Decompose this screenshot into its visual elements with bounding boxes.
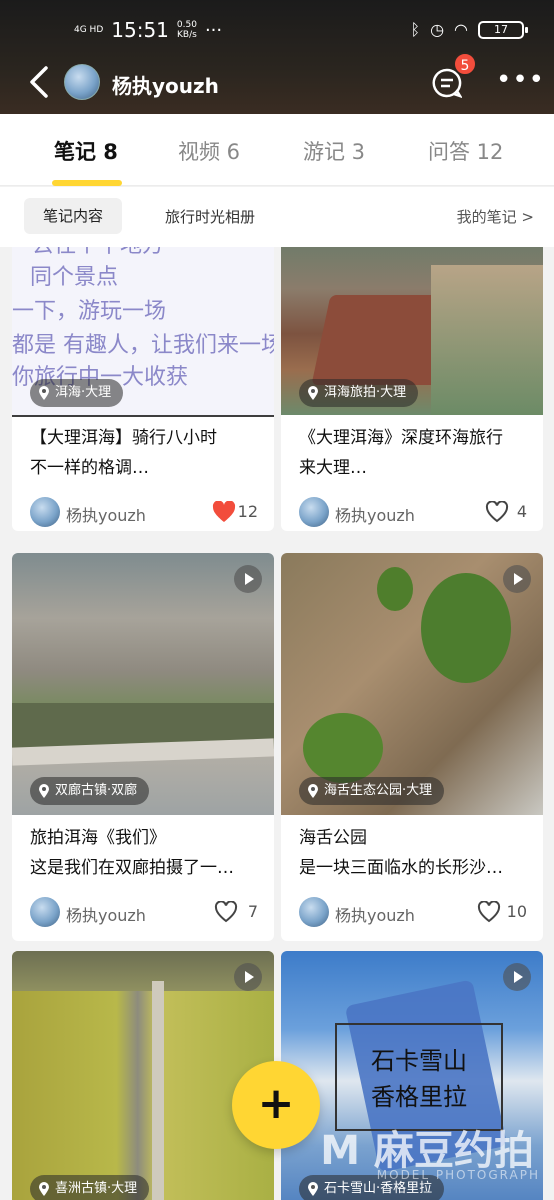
bluetooth-icon: ᛒ — [410, 20, 421, 39]
note-meta: 杨执youzh 12 — [30, 497, 258, 531]
note-title: 【大理洱海】骑行八小时 — [30, 428, 217, 448]
note-meta: 杨执youzh 10 — [299, 897, 527, 931]
note-cover-image — [12, 951, 274, 1200]
note-excerpt: 不一样的格调… — [30, 458, 149, 478]
location-pin-icon — [39, 386, 49, 400]
heart-outline-icon[interactable] — [214, 901, 238, 923]
status-dots: ··· — [204, 19, 223, 41]
my-notes-link[interactable]: 我的笔记 > — [457, 206, 534, 227]
status-bar: 4G HD 15:51 0.50 KB/s ··· ᛒ ◷ ◠ 17 — [0, 14, 554, 48]
note-card[interactable]: 海舌生态公园·大理 海舌公园 是一块三面临水的长形沙… 杨执youzh 10 — [281, 553, 543, 941]
add-note-button[interactable]: + — [232, 1061, 320, 1149]
author-name[interactable]: 杨执youzh — [66, 902, 146, 926]
location-pin-icon — [308, 386, 318, 400]
tab-videos[interactable]: 视频 6 — [178, 136, 240, 166]
location-tag[interactable]: 洱海·大理 — [30, 379, 124, 407]
author-avatar[interactable] — [30, 497, 60, 527]
note-title: 旅拍洱海《我们》 — [30, 828, 166, 848]
note-meta: 杨执youzh 7 — [30, 897, 258, 931]
note-card[interactable]: 洱海旅拍·大理 《大理洱海》深度环海旅行 来大理… 杨执youzh 4 — [281, 247, 543, 531]
location-pin-icon — [308, 1182, 318, 1196]
play-icon[interactable] — [234, 565, 262, 593]
tab-indicator — [52, 180, 122, 186]
heart-filled-icon[interactable] — [212, 501, 236, 523]
tab-travelogues[interactable]: 游记 3 — [303, 136, 365, 166]
more-icon[interactable]: ••• — [496, 67, 545, 93]
note-title: 海舌公园 — [299, 828, 367, 848]
note-card[interactable]: 双廊古镇·双廊 旅拍洱海《我们》 这是我们在双廊拍摄了一… 杨执youzh 7 — [12, 553, 274, 941]
author-name[interactable]: 杨执youzh — [66, 502, 146, 526]
back-arrow-icon[interactable] — [28, 64, 52, 100]
author-name[interactable]: 杨执youzh — [335, 502, 415, 526]
location-pin-icon — [39, 784, 49, 798]
author-avatar[interactable] — [30, 897, 60, 927]
tab-notes[interactable]: 笔记 8 — [54, 136, 118, 166]
alarm-icon: ◷ — [430, 20, 445, 39]
divider — [12, 415, 274, 417]
location-tag[interactable]: 喜洲古镇·大理 — [30, 1175, 150, 1200]
watermark-subtitle: MODEL PHOTOGRAPH — [376, 1168, 540, 1182]
subtab-bar: 笔记内容 旅行时光相册 我的笔记 > — [0, 187, 554, 247]
tab-qa[interactable]: 问答 12 — [428, 136, 503, 166]
note-card[interactable]: 去往个平地方 同个景点 一下，游玩一场 都是 有趣人，让我们来一场 你旅行中一大… — [12, 247, 274, 531]
location-pin-icon — [39, 1182, 49, 1196]
note-title: 《大理洱海》深度环海旅行 — [299, 428, 503, 448]
like-count: 4 — [516, 502, 527, 521]
author-name[interactable]: 杨执youzh — [335, 902, 415, 926]
note-meta: 杨执youzh 4 — [299, 497, 527, 531]
play-icon[interactable] — [503, 963, 531, 991]
note-card[interactable]: 喜洲古镇·大理 — [12, 951, 274, 1200]
note-cover-image — [281, 553, 543, 815]
username[interactable]: 杨执youzh — [112, 70, 219, 99]
nav-row: 杨执youzh 5 ••• — [0, 52, 554, 104]
network-speed: 0.50 KB/s — [176, 20, 197, 40]
note-excerpt: 是一块三面临水的长形沙… — [299, 858, 503, 878]
location-tag[interactable]: 双廊古镇·双廊 — [30, 777, 150, 805]
subtab-note-content[interactable]: 笔记内容 — [24, 198, 122, 234]
author-avatar[interactable] — [299, 497, 329, 527]
author-avatar[interactable] — [299, 897, 329, 927]
wifi-icon: ◠ — [454, 20, 468, 39]
clock: 15:51 — [111, 18, 169, 42]
avatar[interactable] — [64, 64, 100, 100]
notes-feed: 去往个平地方 同个景点 一下，游玩一场 都是 有趣人，让我们来一场 你旅行中一大… — [0, 247, 554, 1200]
like-count: 7 — [247, 902, 258, 921]
signal-indicator: 4G HD — [74, 25, 104, 35]
subtab-travel-album[interactable]: 旅行时光相册 — [165, 206, 255, 227]
play-icon[interactable] — [503, 565, 531, 593]
play-icon[interactable] — [234, 963, 262, 991]
location-tag[interactable]: 海舌生态公园·大理 — [299, 777, 445, 805]
cover-caption: 石卡雪山 香格里拉 — [371, 1047, 467, 1111]
location-tag[interactable]: 洱海旅拍·大理 — [299, 379, 419, 407]
battery-icon: 17 — [478, 20, 528, 39]
note-excerpt: 这是我们在双廊拍摄了一… — [30, 858, 234, 878]
location-pin-icon — [308, 784, 318, 798]
tab-bar: 笔记 8 视频 6 游记 3 问答 12 — [0, 114, 554, 186]
heart-outline-icon[interactable] — [477, 901, 501, 923]
header: 4G HD 15:51 0.50 KB/s ··· ᛒ ◷ ◠ 17 杨执youz… — [0, 0, 554, 114]
heart-outline-icon[interactable] — [485, 501, 509, 523]
like-count: 12 — [237, 502, 258, 521]
note-cover-image — [12, 553, 274, 815]
note-excerpt: 来大理… — [299, 458, 367, 478]
message-badge: 5 — [453, 52, 477, 76]
like-count: 10 — [506, 902, 527, 921]
